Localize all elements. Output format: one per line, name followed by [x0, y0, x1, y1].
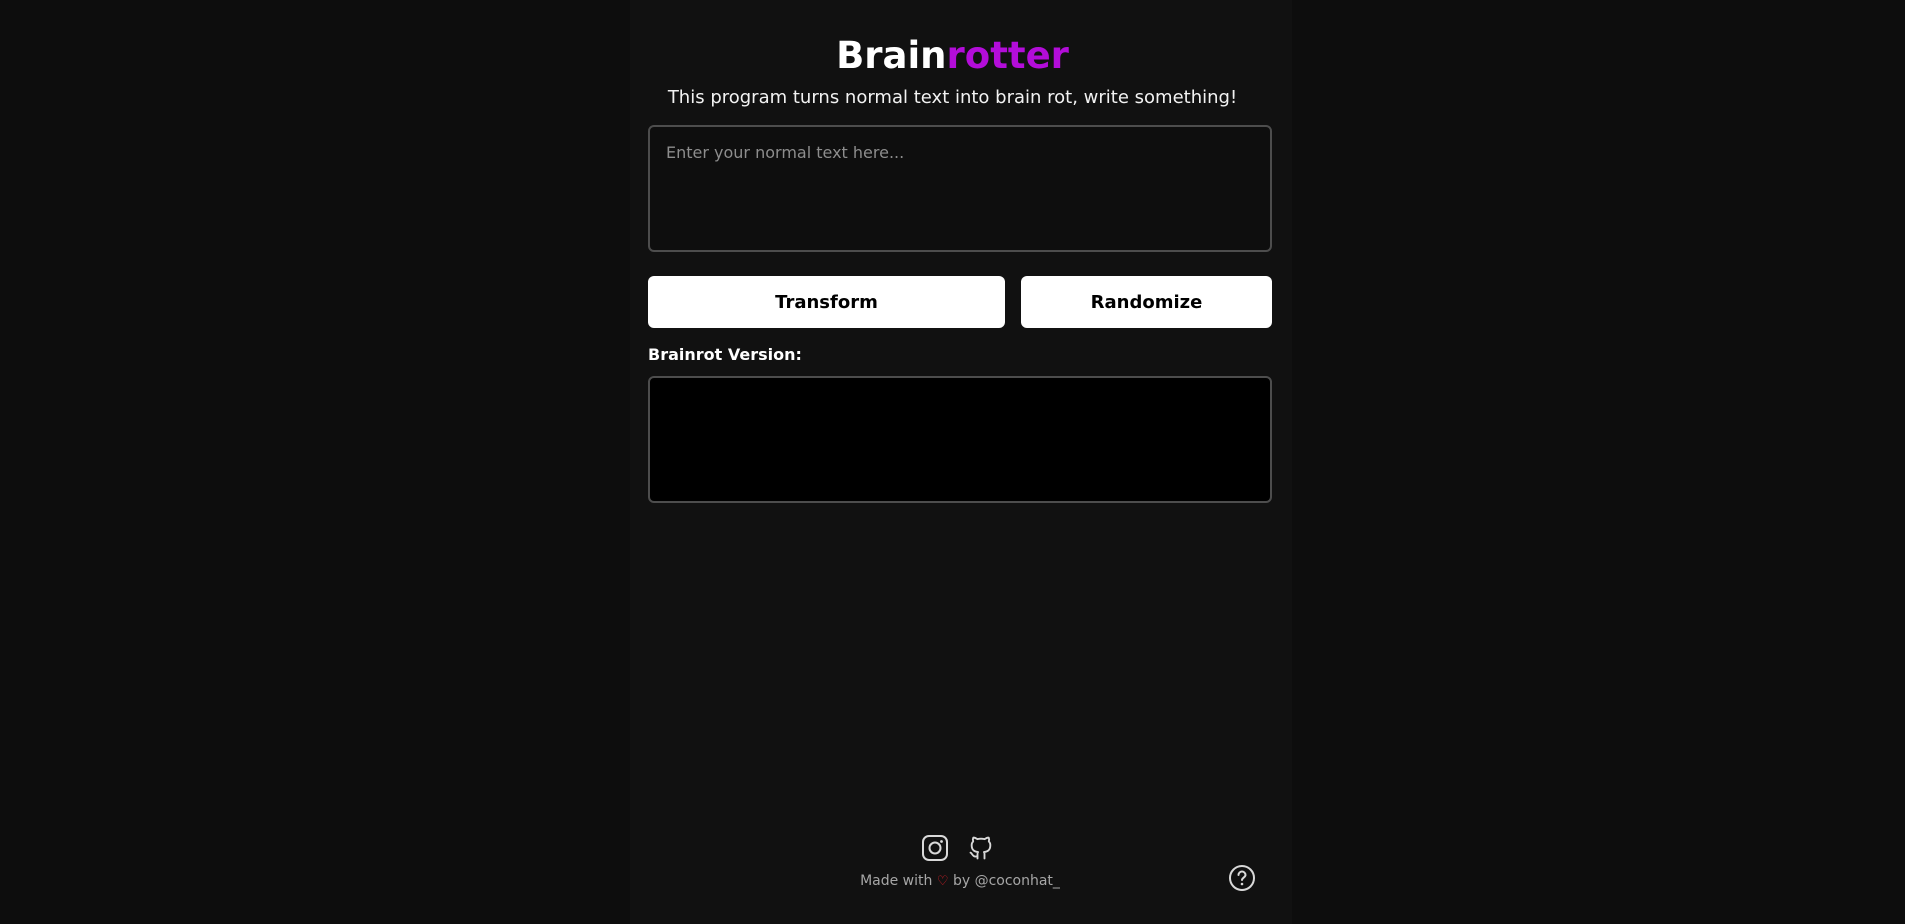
page: Brainrotter This program turns normal te…: [0, 0, 1905, 924]
footer-credit: Made with ♡ by @coconhat_: [0, 871, 1905, 892]
question-circle-icon: [1229, 865, 1255, 891]
title-brain: Brain: [836, 34, 947, 77]
brainrot-output[interactable]: [648, 376, 1272, 503]
transform-button[interactable]: Transform: [648, 276, 1005, 328]
help-button[interactable]: [1228, 864, 1256, 892]
github-icon: [969, 836, 992, 860]
social-links: [920, 832, 996, 864]
page-title: Brainrotter: [0, 32, 1905, 80]
output-label: Brainrot Version:: [648, 345, 802, 364]
page-subtitle: This program turns normal text into brai…: [667, 87, 1238, 108]
author-credit: by @coconhat_: [952, 873, 1060, 889]
normal-text-input[interactable]: [648, 125, 1272, 252]
instagram-icon: [922, 835, 948, 861]
github-link[interactable]: [966, 832, 996, 864]
title-rotter: rotter: [946, 34, 1069, 77]
instagram-link[interactable]: [920, 832, 950, 864]
randomize-button[interactable]: Randomize: [1021, 276, 1272, 328]
made-with-text: Made with: [860, 873, 933, 889]
heart-icon: ♡: [936, 874, 949, 889]
